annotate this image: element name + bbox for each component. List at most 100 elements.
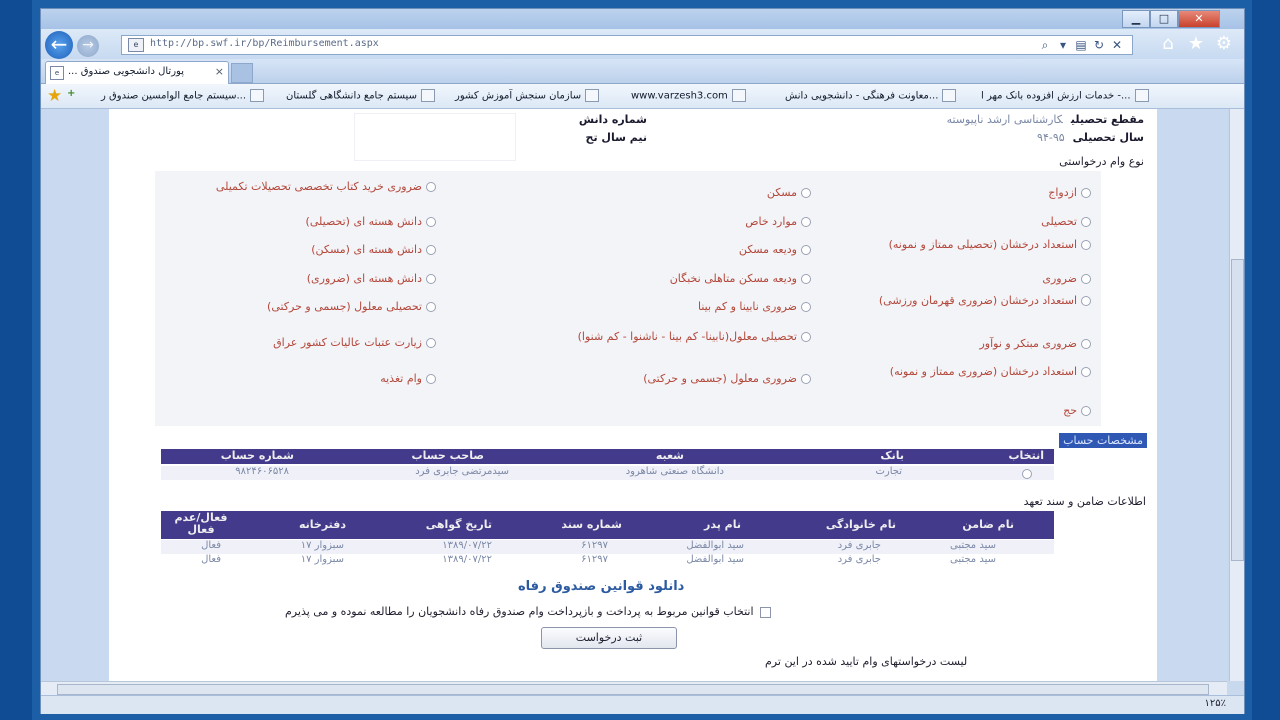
radio-button[interactable] bbox=[426, 374, 436, 384]
loan-option[interactable]: ازدواج bbox=[871, 185, 1091, 200]
loan-type-title: نوع وام درخواستی bbox=[1059, 155, 1144, 168]
favorite-item[interactable]: معاونت فرهنگی - دانشجویی دانش... bbox=[785, 89, 957, 102]
loan-option[interactable]: ضروری مبتکر و نوآور bbox=[871, 336, 1091, 351]
favorite-item[interactable]: خدمات ارزش افزوده بانک مهر ا -... bbox=[981, 89, 1149, 102]
radio-button[interactable] bbox=[1081, 217, 1091, 227]
page-icon: e bbox=[128, 38, 144, 52]
radio-button[interactable] bbox=[1081, 188, 1091, 198]
year-label: سال تحصیلی bbox=[1072, 131, 1144, 144]
loan-option[interactable]: موارد خاص bbox=[511, 214, 811, 229]
radio-button[interactable] bbox=[1081, 240, 1091, 250]
url-field[interactable]: e http://bp.swf.ir/bp/Reimbursement.aspx… bbox=[121, 35, 1133, 55]
favorite-page-icon bbox=[731, 89, 746, 102]
radio-button[interactable] bbox=[426, 182, 436, 192]
search-icon[interactable]: ⌕ bbox=[1036, 36, 1054, 54]
gear-icon[interactable]: ⚙ bbox=[1210, 33, 1238, 54]
zoom-level[interactable]: ۱۲۵٪ bbox=[1205, 698, 1226, 709]
loan-option[interactable]: ودیعه مسکن متاهلی نخبگان bbox=[511, 271, 811, 286]
dropdown-icon[interactable]: ▾ bbox=[1054, 36, 1072, 54]
vertical-scrollbar[interactable] bbox=[1229, 109, 1244, 681]
radio-button[interactable] bbox=[801, 274, 811, 284]
favorite-item[interactable]: سیستم جامع الوامسین صندوق ر... bbox=[101, 89, 265, 102]
add-favorite-icon[interactable]: + bbox=[67, 88, 81, 102]
loan-option[interactable]: ضروری خرید کتاب تخصصی تحصیلات تکمیلی bbox=[191, 179, 436, 194]
radio-button[interactable] bbox=[1081, 296, 1091, 306]
radio-button[interactable] bbox=[1081, 367, 1091, 377]
guarantee-section-title: اطلاعات ضامن و سند تعهد bbox=[1023, 495, 1146, 508]
year-value: ۹۵-۹۴ bbox=[1037, 131, 1065, 144]
radio-button[interactable] bbox=[801, 245, 811, 255]
tab-title: ... پورتال دانشجویی صندوق bbox=[68, 66, 184, 77]
radio-button[interactable] bbox=[1081, 274, 1091, 284]
loan-option[interactable]: مسکن bbox=[511, 185, 811, 200]
loan-option[interactable]: ضروری معلول (جسمی و حرکتی) bbox=[511, 371, 811, 386]
close-window-button[interactable]: ✕ bbox=[1178, 10, 1220, 28]
radio-button[interactable] bbox=[1081, 406, 1091, 416]
refresh-icon[interactable]: ↻ bbox=[1090, 36, 1108, 54]
favorites-star-icon[interactable]: ★ bbox=[1182, 33, 1210, 54]
new-tab-button[interactable] bbox=[231, 63, 253, 83]
download-rules-link[interactable]: دانلود قوانین صندوق رفاه bbox=[518, 579, 684, 594]
url-text[interactable]: http://bp.swf.ir/bp/Reimbursement.aspx bbox=[150, 38, 379, 49]
radio-button[interactable] bbox=[801, 332, 811, 342]
agree-terms[interactable]: انتخاب قوانین مربوط به پرداخت و بازپرداخ… bbox=[285, 605, 771, 618]
page-content: مقطع تحصیلی کارشناسی ارشد ناپیوسته سال تح… bbox=[109, 109, 1157, 681]
radio-button[interactable] bbox=[426, 274, 436, 284]
favorite-page-icon bbox=[420, 89, 435, 102]
radio-button[interactable] bbox=[426, 338, 436, 348]
url-tools: ⌕ ▾ ▤ ↻ ✕ bbox=[1036, 36, 1126, 54]
radio-button[interactable] bbox=[801, 188, 811, 198]
loan-option[interactable]: دانش هسته ای (ضروری) bbox=[191, 271, 436, 286]
loan-option[interactable]: دانش هسته ای (تحصیلی) bbox=[191, 214, 436, 229]
radio-button[interactable] bbox=[426, 245, 436, 255]
loan-option[interactable]: تحصیلی bbox=[871, 214, 1091, 229]
favorites-star-icon[interactable]: ★ bbox=[47, 86, 62, 106]
loan-option[interactable]: تحصیلی معلول (جسمی و حرکتی) bbox=[191, 299, 436, 314]
radio-button[interactable] bbox=[1081, 339, 1091, 349]
favorite-item[interactable]: سیستم جامع دانشگاهی گلستان bbox=[286, 89, 435, 102]
degree-row: مقطع تحصیلی کارشناسی ارشد ناپیوسته bbox=[947, 113, 1144, 126]
agree-checkbox[interactable] bbox=[759, 606, 771, 618]
loan-option[interactable]: ودیعه مسکن bbox=[511, 242, 811, 257]
favorite-item[interactable]: سازمان سنجش آموزش کشور bbox=[455, 89, 600, 102]
student-no-label: شماره دانش bbox=[578, 113, 647, 126]
tab-portal[interactable]: e ... پورتال دانشجویی صندوق × bbox=[45, 61, 229, 84]
loan-option[interactable]: استعداد درخشان (ضروری قهرمان ورزشی) bbox=[861, 293, 1091, 308]
stop-icon[interactable]: ✕ bbox=[1108, 36, 1126, 54]
semester-label: نیم سال تح bbox=[585, 131, 647, 144]
tab-close-icon[interactable]: × bbox=[215, 65, 224, 78]
forward-button[interactable]: → bbox=[77, 35, 99, 57]
radio-button[interactable] bbox=[426, 302, 436, 312]
loan-option[interactable]: زیارت عتبات عالیات کشور عراق bbox=[191, 335, 436, 350]
loan-option[interactable]: حج bbox=[871, 403, 1091, 418]
favorite-page-icon bbox=[942, 89, 957, 102]
loan-option[interactable]: تحصیلی معلول(نابینا- کم بینا - ناشنوا - … bbox=[511, 329, 811, 344]
horizontal-scrollbar[interactable] bbox=[41, 681, 1227, 696]
horizontal-scroll-thumb[interactable] bbox=[57, 684, 1209, 695]
radio-button[interactable] bbox=[801, 374, 811, 384]
radio-button[interactable] bbox=[1022, 469, 1032, 479]
loan-option[interactable]: ضروری bbox=[871, 271, 1091, 286]
radio-button[interactable] bbox=[426, 217, 436, 227]
minimize-button[interactable]: ▁ bbox=[1122, 10, 1150, 28]
favorites-bar: ★ + سیستم جامع الوامسین صندوق ر... سیستم… bbox=[41, 84, 1244, 109]
status-bar: ۱۲۵٪ bbox=[41, 695, 1244, 714]
radio-button[interactable] bbox=[801, 302, 811, 312]
table-row[interactable]: تجارت دانشگاه صنعتی شاهرود سیدمرتضی جابر… bbox=[161, 466, 1054, 480]
back-button[interactable]: ← bbox=[45, 31, 73, 59]
loan-option[interactable]: ضروری نابینا و کم بینا bbox=[511, 299, 811, 314]
loan-option[interactable]: استعداد درخشان (تحصیلی ممتاز و نمونه) bbox=[861, 237, 1091, 252]
loan-option[interactable]: دانش هسته ای (مسکن) bbox=[191, 242, 436, 257]
maximize-button[interactable]: □ bbox=[1150, 10, 1178, 28]
favorite-item[interactable]: www.varzesh3.com bbox=[631, 89, 746, 102]
loan-option[interactable]: وام تغذیه bbox=[191, 371, 436, 386]
home-icon[interactable]: ⌂ bbox=[1154, 33, 1182, 54]
compatibility-icon[interactable]: ▤ bbox=[1072, 36, 1090, 54]
loan-option[interactable]: استعداد درخشان (ضروری ممتاز و نمونه) bbox=[861, 364, 1091, 379]
window-caption-buttons: ▁ □ ✕ bbox=[1112, 10, 1242, 28]
account-table-header: انتخاب بانک شعبه صاحب حساب شماره حساب bbox=[161, 449, 1054, 464]
degree-label: مقطع تحصیلی bbox=[1070, 113, 1144, 126]
vertical-scroll-thumb[interactable] bbox=[1231, 259, 1244, 561]
radio-button[interactable] bbox=[801, 217, 811, 227]
submit-request-button[interactable]: ثبت درخواست bbox=[541, 627, 677, 649]
